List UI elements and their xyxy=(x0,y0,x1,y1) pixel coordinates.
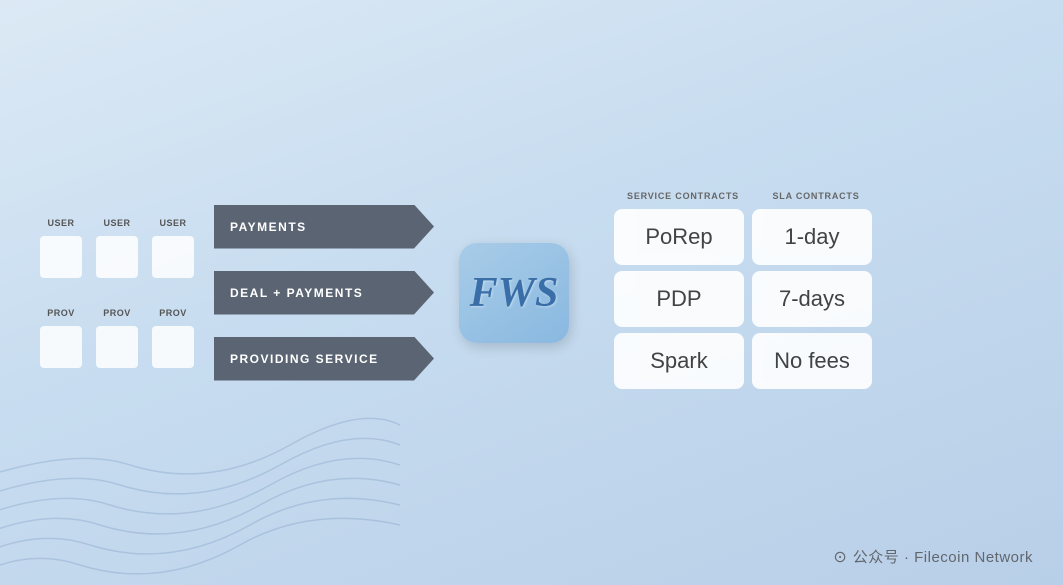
sla-cell-2: No fees xyxy=(752,333,872,389)
arrows-group: PAYMENTS DEAL + PAYMENTS PROVIDING SERVI… xyxy=(214,205,434,381)
deal-payments-arrow-container: DEAL + PAYMENTS xyxy=(214,271,434,315)
sla-value-2: No fees xyxy=(774,348,850,374)
prov-box-3 xyxy=(152,326,194,368)
service-contracts-header: SERVICE CONTRACTS xyxy=(618,191,748,201)
providing-service-arrow-container: PROVIDING SERVICE xyxy=(214,337,434,381)
contract-row-1: PDP 7-days xyxy=(614,271,876,327)
user-box-1 xyxy=(40,236,82,278)
prov-box-1 xyxy=(40,326,82,368)
prov-group: PROV PROV PROV xyxy=(40,308,194,368)
prov-label-2: PROV xyxy=(96,308,138,318)
user-box-2 xyxy=(96,236,138,278)
payments-arrow: PAYMENTS xyxy=(214,205,434,249)
contract-row-2: Spark No fees xyxy=(614,333,876,389)
user-label-3: USER xyxy=(152,218,194,228)
prov-label-1: PROV xyxy=(40,308,82,318)
payments-arrow-container: PAYMENTS xyxy=(214,205,434,249)
service-cell-1: PDP xyxy=(614,271,744,327)
user-box-3 xyxy=(152,236,194,278)
prov-box-2 xyxy=(96,326,138,368)
prov-labels: PROV PROV PROV xyxy=(40,308,194,318)
fws-container: FWS xyxy=(459,243,569,343)
contracts-headers: SERVICE CONTRACTS SLA CONTRACTS xyxy=(614,191,876,201)
providing-service-label: PROVIDING SERVICE xyxy=(230,352,379,366)
user-boxes xyxy=(40,236,194,278)
prov-boxes xyxy=(40,326,194,368)
user-label-1: USER xyxy=(40,218,82,228)
contract-row-0: PoRep 1-day xyxy=(614,209,876,265)
sla-cell-0: 1-day xyxy=(752,209,872,265)
service-value-1: PDP xyxy=(656,286,701,312)
service-cell-0: PoRep xyxy=(614,209,744,265)
service-value-2: Spark xyxy=(650,348,707,374)
providing-service-arrow: PROVIDING SERVICE xyxy=(214,337,434,381)
fws-box: FWS xyxy=(459,243,569,343)
sla-cell-1: 7-days xyxy=(752,271,872,327)
main-content: USER USER USER PROV PROV PROV xyxy=(0,0,1063,585)
payments-label: PAYMENTS xyxy=(230,220,307,234)
sla-contracts-header: SLA CONTRACTS xyxy=(756,191,876,201)
deal-payments-label: DEAL + PAYMENTS xyxy=(230,286,363,300)
deal-payments-arrow: DEAL + PAYMENTS xyxy=(214,271,434,315)
contracts-section: SERVICE CONTRACTS SLA CONTRACTS PoRep 1-… xyxy=(614,191,876,395)
sla-value-0: 1-day xyxy=(784,224,839,250)
prov-label-3: PROV xyxy=(152,308,194,318)
service-cell-2: Spark xyxy=(614,333,744,389)
user-group: USER USER USER xyxy=(40,218,194,278)
user-labels: USER USER USER xyxy=(40,218,194,228)
user-label-2: USER xyxy=(96,218,138,228)
actors-column: USER USER USER PROV PROV PROV xyxy=(40,218,194,368)
service-value-0: PoRep xyxy=(645,224,712,250)
fws-label: FWS xyxy=(470,269,559,317)
sla-value-1: 7-days xyxy=(779,286,845,312)
